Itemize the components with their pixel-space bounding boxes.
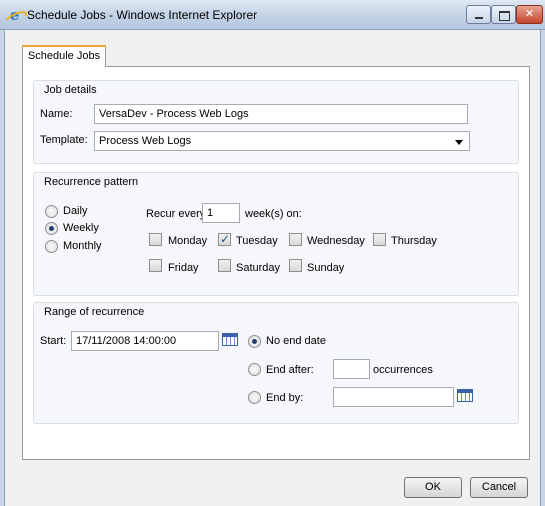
start-calendar-icon[interactable]: [222, 333, 238, 346]
recur-every-label: Recur every: [146, 208, 206, 220]
radio-end-by[interactable]: [248, 391, 261, 404]
checkbox-saturday[interactable]: [218, 259, 231, 272]
close-button[interactable]: [516, 5, 543, 24]
template-label: Template:: [40, 134, 88, 146]
daily-label: Daily: [63, 205, 88, 217]
recurrence-pattern-title: Recurrence pattern: [44, 176, 139, 188]
window-frame-right: [540, 30, 545, 506]
weekly-label: Weekly: [63, 222, 99, 234]
weeks-on-label: week(s) on:: [245, 208, 302, 220]
minimize-button[interactable]: [466, 5, 491, 24]
tuesday-label: Tuesday: [236, 235, 278, 247]
radio-no-end-date[interactable]: [248, 335, 261, 348]
cancel-button[interactable]: Cancel: [470, 477, 528, 498]
radio-end-after[interactable]: [248, 363, 261, 376]
wednesday-label: Wednesday: [307, 235, 365, 247]
checkbox-wednesday[interactable]: [289, 233, 302, 246]
radio-weekly[interactable]: [45, 222, 58, 235]
ok-button[interactable]: OK: [404, 477, 462, 498]
no-end-date-label: No end date: [266, 335, 326, 347]
radio-daily[interactable]: [45, 205, 58, 218]
internet-explorer-icon: e: [6, 7, 23, 24]
name-input[interactable]: VersaDev - Process Web Logs: [94, 104, 468, 124]
start-label: Start:: [40, 335, 67, 347]
maximize-button[interactable]: [491, 5, 516, 24]
monday-label: Monday: [168, 235, 208, 247]
title-bar: e Schedule Jobs - Windows Internet Explo…: [0, 0, 545, 30]
start-date-input[interactable]: 17/11/2008 14:00:00: [71, 331, 219, 351]
checkbox-monday[interactable]: [149, 233, 162, 246]
window-frame-left: [0, 30, 5, 506]
checkbox-sunday[interactable]: [289, 259, 302, 272]
occurrences-label: occurrences: [373, 364, 433, 376]
job-details-title: Job details: [44, 84, 97, 96]
monthly-label: Monthly: [63, 240, 102, 252]
end-by-calendar-icon[interactable]: [457, 389, 473, 402]
template-select[interactable]: Process Web Logs: [94, 131, 470, 151]
name-label: Name:: [40, 108, 73, 120]
range-of-recurrence-title: Range of recurrence: [44, 306, 145, 318]
recurrence-pattern-group: Recurrence pattern: [33, 172, 519, 296]
end-by-label: End by:: [266, 392, 304, 404]
window-title: Schedule Jobs - Windows Internet Explore…: [27, 8, 258, 22]
radio-monthly[interactable]: [45, 240, 58, 253]
recur-every-input[interactable]: 1: [202, 203, 240, 223]
checkbox-thursday[interactable]: [373, 233, 386, 246]
end-after-label: End after:: [266, 364, 314, 376]
friday-label: Friday: [168, 262, 199, 274]
template-select-value: Process Web Logs: [99, 135, 192, 147]
tab-schedule-jobs[interactable]: Schedule Jobs: [22, 45, 106, 67]
sunday-label: Sunday: [307, 262, 345, 274]
end-after-input[interactable]: [333, 359, 370, 379]
end-by-input[interactable]: [333, 387, 454, 407]
checkbox-friday[interactable]: [149, 259, 162, 272]
saturday-label: Saturday: [236, 262, 281, 274]
thursday-label: Thursday: [391, 235, 437, 247]
checkbox-tuesday[interactable]: [218, 232, 231, 246]
